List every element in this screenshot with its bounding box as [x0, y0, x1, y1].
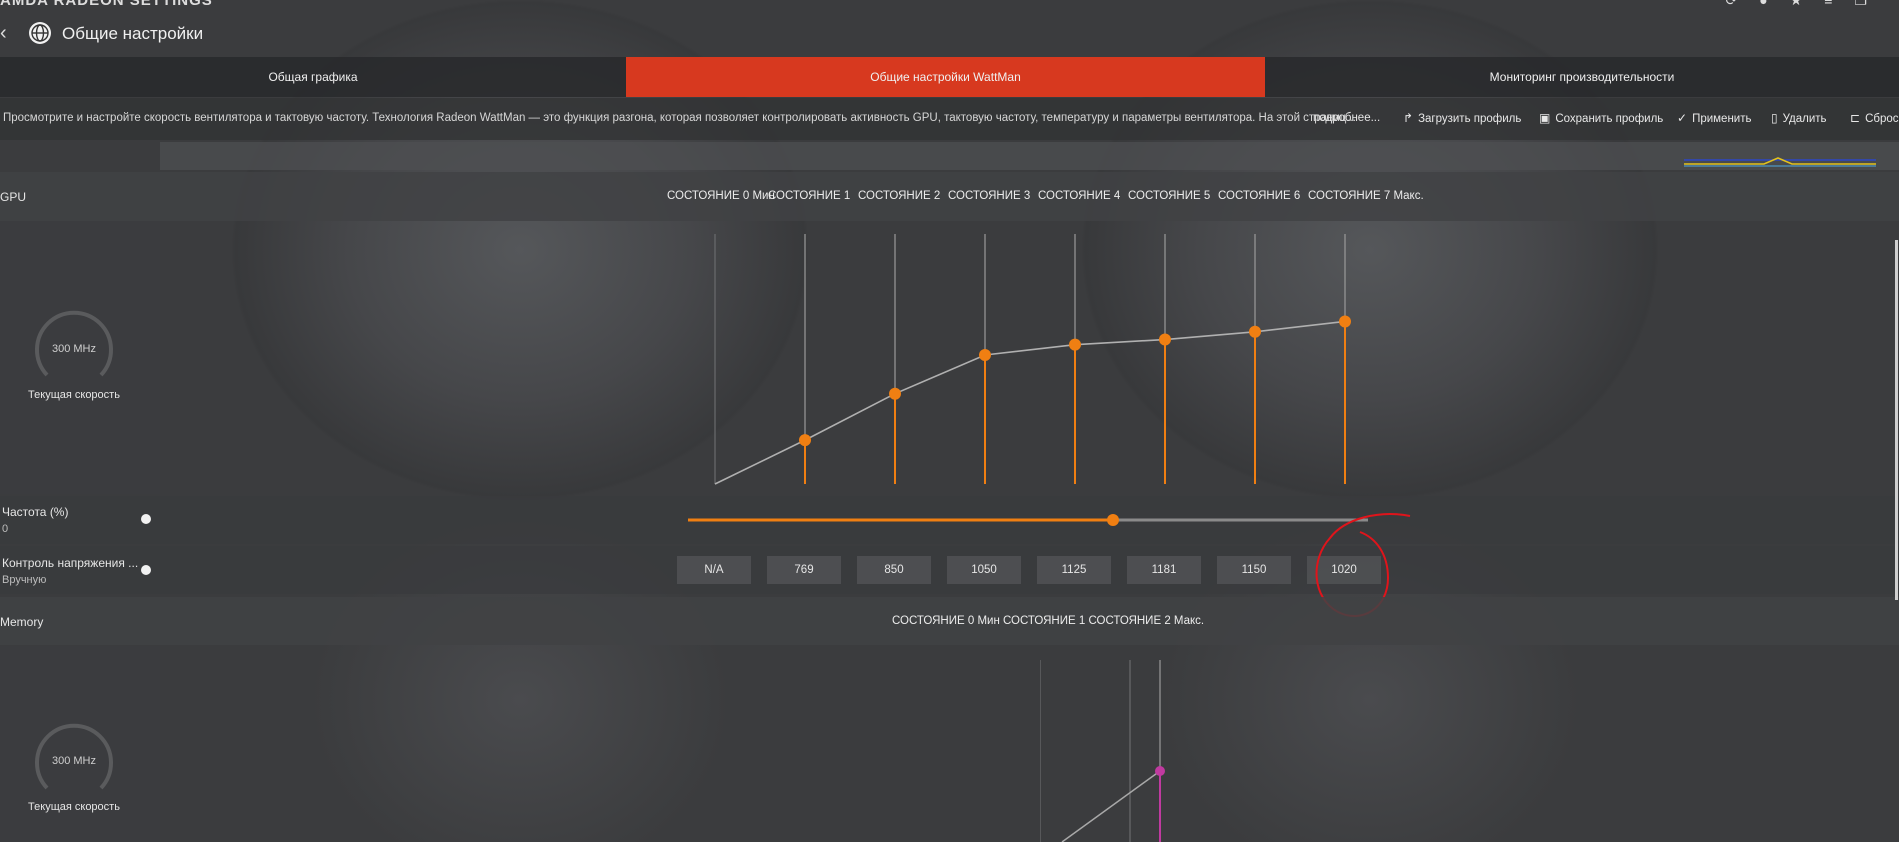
chevron-left-icon[interactable]: ‹: [0, 22, 7, 45]
more-link[interactable]: подробнее...: [1313, 112, 1380, 124]
gpu-gauge-caption: Текущая скорость: [28, 389, 120, 401]
reset-icon: ⊏: [1850, 111, 1861, 125]
load-profile-button[interactable]: ↱ Загрузить профиль: [1403, 111, 1521, 125]
apply-button[interactable]: ✓ Применить: [1677, 111, 1751, 125]
voltage-toggle[interactable]: [141, 565, 151, 575]
gpu-state-5-point[interactable]: [1159, 333, 1171, 346]
save-profile-button[interactable]: ▣ Сохранить профиль: [1539, 111, 1663, 125]
frequency-label: Частота (%): [2, 505, 69, 519]
voltage-state-0[interactable]: N/A: [677, 556, 751, 584]
voltage-state-6[interactable]: 1150: [1217, 556, 1291, 584]
gpu-gauge-value: 300 MHz: [51, 343, 97, 355]
gpu-state-5: СОСТОЯНИЕ 5: [1128, 190, 1211, 202]
gpu-state-6-point[interactable]: [1249, 325, 1261, 338]
voltage-state-4[interactable]: 1125: [1037, 556, 1111, 584]
memory-gauge-caption: Текущая скорость: [28, 801, 120, 813]
voltage-state-5[interactable]: 1181: [1127, 556, 1201, 584]
memory-gauge-value: 300 MHz: [51, 755, 97, 767]
gpu-curve-line: [714, 320, 1346, 485]
gpu-state-1: СОСТОЯНИЕ 1: [768, 190, 851, 202]
voltage-state-3[interactable]: 1050: [947, 556, 1021, 584]
check-icon: ✓: [1677, 111, 1688, 125]
tab-performance-monitoring[interactable]: Мониторинг производительности: [1265, 57, 1899, 97]
memory-clock-curve[interactable]: [1040, 658, 1180, 842]
gpu-clock-curve[interactable]: [660, 230, 1360, 492]
delete-button[interactable]: ▯ Удалить: [1771, 111, 1827, 125]
mini-activity-chart: [1684, 157, 1876, 167]
gpu-state-4-point[interactable]: [1069, 338, 1081, 351]
gpu-state-1-point[interactable]: [799, 434, 811, 447]
gpu-state-7: СОСТОЯНИЕ 7 Макс.: [1308, 190, 1424, 202]
app-brand: AMDA RADEON SETTINGS: [0, 0, 213, 9]
window-controls[interactable]: ⟳●★≡❐: [1726, 0, 1890, 9]
memory-state-2-point[interactable]: [1155, 766, 1165, 776]
voltage-state-1[interactable]: 769: [767, 556, 841, 584]
frequency-slider[interactable]: [688, 510, 1368, 530]
gpu-state-2-point[interactable]: [889, 387, 901, 400]
tab-bar: Общая графика Общие настройки WattMan Мо…: [0, 57, 1899, 97]
gpu-state-6: СОСТОЯНИЕ 6: [1218, 190, 1301, 202]
reset-button[interactable]: ⊏ Сброс: [1850, 111, 1899, 125]
page-title: Общие настройки: [62, 24, 204, 43]
frequency-toggle[interactable]: [141, 514, 151, 524]
gpu-state-0: СОСТОЯНИЕ 0 Мин: [667, 190, 775, 202]
memory-label: Memory: [0, 615, 44, 629]
voltage-label: Контроль напряжения ...: [2, 556, 139, 570]
memory-states: СОСТОЯНИЕ 0 Мин СОСТОЯНИЕ 1 СОСТОЯНИЕ 2 …: [892, 615, 1205, 627]
memory-curve-line: [1061, 770, 1161, 842]
trash-icon: ▯: [1771, 111, 1778, 125]
restore-icon[interactable]: ❐: [1854, 0, 1889, 8]
gpu-state-7-point[interactable]: [1339, 315, 1351, 328]
gpu-label: GPU: [0, 190, 27, 204]
gpu-state-3-point[interactable]: [979, 349, 991, 361]
info-icon[interactable]: ●: [1759, 0, 1789, 8]
gpu-state-4: СОСТОЯНИЕ 4: [1038, 190, 1121, 202]
voltage-state-2[interactable]: 850: [857, 556, 931, 584]
globe-icon: [29, 22, 51, 44]
menu-icon[interactable]: ≡: [1824, 0, 1854, 8]
frequency-value: 0: [2, 523, 9, 535]
save-icon: ▣: [1539, 111, 1551, 125]
share-icon: ↱: [1403, 111, 1414, 125]
gpu-state-3: СОСТОЯНИЕ 3: [948, 190, 1031, 202]
scrollbar[interactable]: [1895, 240, 1898, 600]
description-text: Просмотрите и настройте скорость вентиля…: [3, 112, 1356, 124]
tab-general-graphics[interactable]: Общая графика: [0, 57, 626, 97]
voltage-mode: Вручную: [2, 574, 47, 586]
tab-wattman[interactable]: Общие настройки WattMan: [626, 57, 1265, 97]
frequency-slider-handle[interactable]: [1107, 514, 1119, 526]
star-icon[interactable]: ★: [1790, 0, 1825, 8]
monitor-strip: [160, 142, 1899, 170]
gpu-state-2: СОСТОЯНИЕ 2: [858, 190, 941, 202]
refresh-icon[interactable]: ⟳: [1726, 0, 1760, 8]
